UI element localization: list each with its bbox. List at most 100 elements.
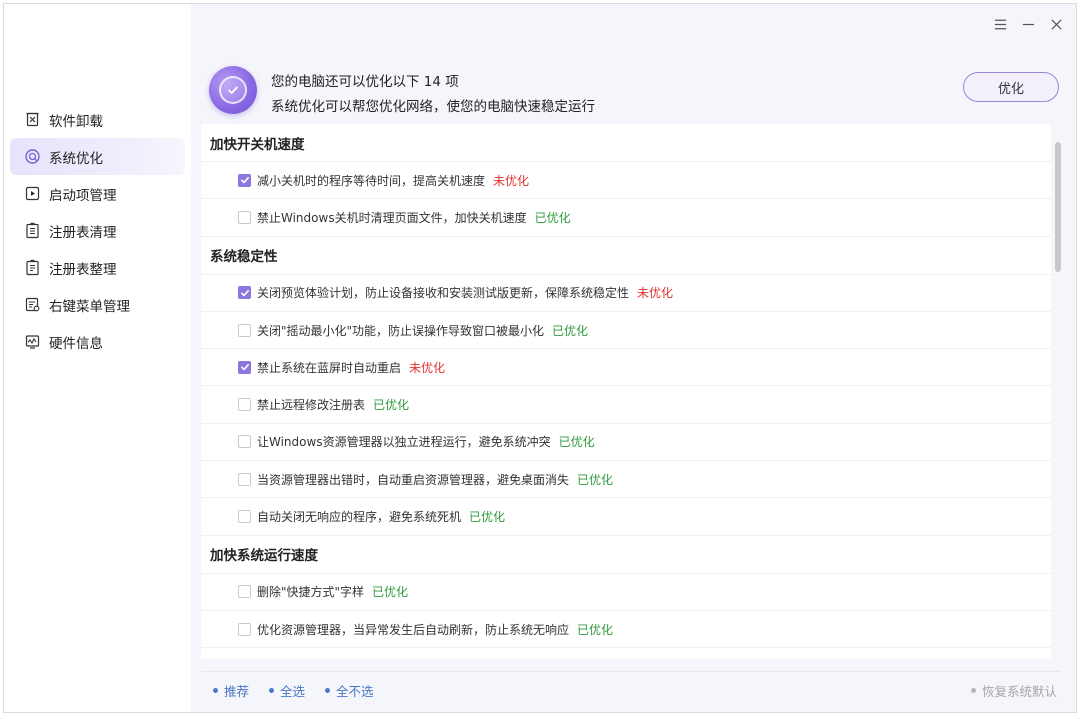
bullet-icon xyxy=(970,688,976,693)
item-status: 已优化 xyxy=(558,435,595,450)
item-label: 减小关机时的程序等待时间，提高关机速度 xyxy=(257,173,486,188)
item-checkbox[interactable] xyxy=(238,398,251,412)
sidebar-item-5[interactable]: 右键菜单管理 xyxy=(10,286,185,323)
sidebar-item-label: 注册表整理 xyxy=(49,261,117,278)
optimization-item: 让Windows资源管理器以独立进程运行，避免系统冲突 已优化 xyxy=(201,424,1051,462)
footer: 推荐 全选 全不选 恢复系统默认 xyxy=(201,671,1061,701)
optimization-item: 关闭预览体验计划，防止设备接收和安装测试版更新，保障系统稳定性 未优化 xyxy=(201,275,1051,312)
optimize-badge xyxy=(209,66,257,114)
optimization-item: 禁止Windows关机时清理页面文件，加快关机速度 已优化 xyxy=(201,199,1051,237)
section-title: 系统稳定性 xyxy=(201,237,1051,275)
check-icon xyxy=(228,86,238,94)
sidebar-item-2[interactable]: 启动项管理 xyxy=(10,175,185,212)
item-checkbox[interactable] xyxy=(238,435,251,449)
item-label: 优化资源管理器，当异常发生后自动刷新，防止系统无响应 xyxy=(257,622,570,637)
item-status: 未优化 xyxy=(493,173,530,188)
minimize-button[interactable] xyxy=(1018,14,1038,34)
sidebar-item-label: 启动项管理 xyxy=(49,187,117,204)
item-status: 已优化 xyxy=(577,622,614,637)
item-status: 已优化 xyxy=(577,472,614,487)
sidebar-nav: 软件卸载系统优化启动项管理注册表清理注册表整理右键菜单管理 硬件信息 xyxy=(10,101,185,360)
registry-clean-icon xyxy=(23,222,41,240)
sidebar-item-6[interactable]: 硬件信息 xyxy=(10,323,185,360)
item-label: 关闭"摇动最小化"功能，防止误操作导致窗口被最小化 xyxy=(257,323,545,338)
item-label: 禁止Windows关机时清理页面文件，加快关机速度 xyxy=(257,210,527,225)
optimize-button[interactable]: 优化 xyxy=(963,72,1059,102)
item-status: 已优化 xyxy=(552,323,589,338)
optimization-list: 加快开关机速度 减小关机时的程序等待时间，提高关机速度 未优化 禁止Windows关机… xyxy=(201,124,1051,659)
item-label: 禁止系统在蓝屏时自动重启 xyxy=(257,360,402,375)
item-checkbox[interactable] xyxy=(238,622,251,636)
close-button[interactable] xyxy=(1046,14,1066,34)
select-all-link[interactable]: 全选 xyxy=(269,681,305,700)
section-title: 加快系统运行速度 xyxy=(201,536,1051,574)
sidebar-item-3[interactable]: 注册表清理 xyxy=(10,212,185,249)
section-title: 加快开关机速度 xyxy=(201,124,1051,162)
item-label: 自动关闭无响应的程序，避免系统死机 xyxy=(257,510,462,525)
system-optimize-icon xyxy=(23,148,41,166)
window-controls xyxy=(990,14,1066,34)
optimization-item: 删除"快捷方式"字样 已优化 xyxy=(201,574,1051,611)
item-checkbox[interactable] xyxy=(238,286,251,300)
item-checkbox[interactable] xyxy=(238,472,251,486)
optimization-item: 禁止系统在蓝屏时自动重启 未优化 xyxy=(201,349,1051,387)
sidebar-item-label: 硬件信息 xyxy=(49,335,103,352)
item-checkbox[interactable] xyxy=(238,210,251,224)
select-none-link[interactable]: 全不选 xyxy=(325,681,374,700)
minimize-icon xyxy=(1022,23,1034,25)
recommend-label: 推荐 xyxy=(224,684,250,699)
item-checkbox[interactable] xyxy=(238,360,251,374)
sidebar: 软件卸载系统优化启动项管理注册表清理注册表整理右键菜单管理 硬件信息 xyxy=(4,4,191,712)
sidebar-item-1[interactable]: 系统优化 xyxy=(10,138,185,175)
trash-icon xyxy=(23,111,41,129)
startup-icon xyxy=(23,185,41,203)
hardware-icon xyxy=(23,333,41,351)
header-subtitle: 系统优化可以帮您优化网络，使您的电脑快速稳定运行 xyxy=(271,99,595,115)
checkmark-icon xyxy=(240,289,249,296)
sidebar-item-label: 系统优化 xyxy=(49,150,103,167)
optimization-item: 关闭"摇动最小化"功能，防止误操作导致窗口被最小化 已优化 xyxy=(201,312,1051,350)
item-label: 当资源管理器出错时，自动重启资源管理器，避免桌面消失 xyxy=(257,472,570,487)
item-status: 已优化 xyxy=(373,398,410,413)
app-window: 软件卸载系统优化启动项管理注册表清理注册表整理右键菜单管理 硬件信息 您的电脑还可… xyxy=(3,3,1077,713)
item-checkbox[interactable] xyxy=(238,173,251,187)
bullet-icon xyxy=(213,688,218,693)
recommend-link[interactable]: 推荐 xyxy=(213,681,249,700)
optimize-header: 您的电脑还可以优化以下 14 项 系统优化可以帮您优化网络，使您的电脑快速稳定运… xyxy=(209,62,1059,122)
item-label: 让Windows资源管理器以独立进程运行，避免系统冲突 xyxy=(257,435,551,450)
optimization-item: 当资源管理器出错时，自动重启资源管理器，避免桌面消失 已优化 xyxy=(201,461,1051,499)
select-none-label: 全不选 xyxy=(336,684,374,699)
restore-default-link[interactable]: 恢复系统默认 xyxy=(970,681,1057,700)
optimization-item: 减小关机时的程序等待时间，提高关机速度 未优化 xyxy=(201,162,1051,200)
restore-default-label: 恢复系统默认 xyxy=(981,684,1057,699)
bullet-icon xyxy=(325,688,331,693)
item-checkbox[interactable] xyxy=(238,585,251,599)
sidebar-item-label: 软件卸载 xyxy=(49,113,103,130)
optimization-item: 自动关闭无响应的程序，避免系统死机 已优化 xyxy=(201,498,1051,536)
item-status: 未优化 xyxy=(637,286,674,301)
select-all-label: 全选 xyxy=(280,684,306,699)
item-label: 关闭预览体验计划，防止设备接收和安装测试版更新，保障系统稳定性 xyxy=(257,286,630,301)
item-status: 未优化 xyxy=(409,360,446,375)
bullet-icon xyxy=(269,688,275,693)
sidebar-item-4[interactable]: 注册表整理 xyxy=(10,249,185,286)
context-menu-icon xyxy=(23,296,41,314)
item-label: 删除"快捷方式"字样 xyxy=(257,585,365,600)
item-label: 禁止远程修改注册表 xyxy=(257,398,366,413)
scrollbar-thumb[interactable] xyxy=(1055,142,1061,272)
optimization-item: 优化资源管理器，当异常发生后自动刷新，防止系统无响应 已优化 xyxy=(201,611,1051,649)
menu-icon xyxy=(994,19,1006,29)
registry-defrag-icon xyxy=(23,259,41,277)
checkmark-icon xyxy=(240,177,249,184)
item-status: 已优化 xyxy=(372,585,409,600)
menu-button[interactable] xyxy=(990,14,1010,34)
item-checkbox[interactable] xyxy=(238,323,251,337)
header-title: 您的电脑还可以优化以下 14 项 xyxy=(271,74,459,90)
sidebar-item-0[interactable]: 软件卸载 xyxy=(10,101,185,138)
item-status: 已优化 xyxy=(534,210,571,225)
close-icon xyxy=(1050,18,1062,30)
sidebar-item-label: 右键菜单管理 xyxy=(49,298,130,315)
checkmark-icon xyxy=(240,364,249,371)
sidebar-item-label: 注册表清理 xyxy=(49,224,117,241)
item-checkbox[interactable] xyxy=(238,510,251,524)
